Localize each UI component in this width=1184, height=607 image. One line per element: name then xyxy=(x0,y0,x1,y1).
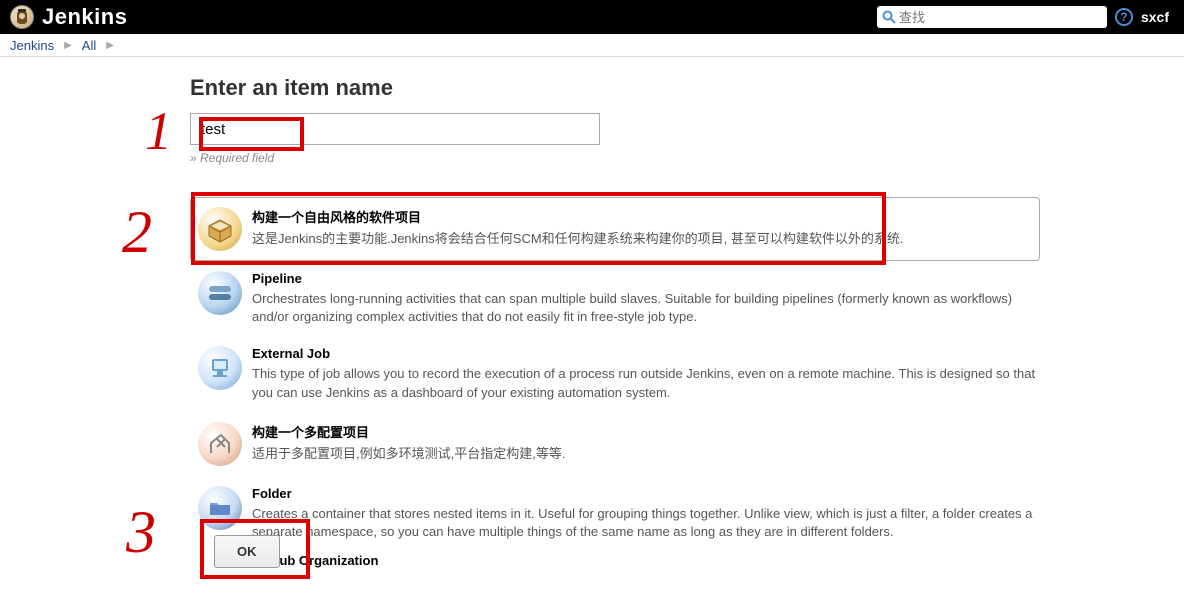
annotation-3: 3 xyxy=(126,498,156,567)
pipeline-icon xyxy=(198,271,242,315)
required-hint: » Required field xyxy=(190,151,1047,165)
breadcrumb-item-all[interactable]: All xyxy=(82,38,96,53)
header: Jenkins ? sxcf xyxy=(0,0,1184,34)
ok-button[interactable]: OK xyxy=(214,535,280,568)
item-title: Folder xyxy=(252,486,1039,501)
item-desc: Orchestrates long-running activities tha… xyxy=(252,290,1039,326)
item-title: Pipeline xyxy=(252,271,1039,286)
annotation-2: 2 xyxy=(122,198,152,267)
item-title: External Job xyxy=(252,346,1039,361)
jenkins-logo-icon xyxy=(10,5,34,29)
external-job-icon xyxy=(198,346,242,390)
freestyle-icon xyxy=(198,207,242,251)
search-input[interactable] xyxy=(899,10,1102,25)
logo-text: Jenkins xyxy=(42,4,127,30)
chevron-right-icon: ▶ xyxy=(64,40,72,51)
item-title: 构建一个多配置项目 xyxy=(252,422,1039,441)
search-box[interactable] xyxy=(877,6,1107,28)
item-title: 构建一个自由风格的软件项目 xyxy=(252,207,1032,226)
page-title: Enter an item name xyxy=(190,75,1047,101)
chevron-right-icon: ▶ xyxy=(106,40,114,51)
item-type-pipeline[interactable]: Pipeline Orchestrates long-running activ… xyxy=(190,261,1047,336)
help-icon[interactable]: ? xyxy=(1115,8,1133,26)
item-name-input[interactable] xyxy=(190,113,600,145)
item-desc: 这是Jenkins的主要功能.Jenkins将会结合任何SCM和任何构建系统来构… xyxy=(252,230,1032,248)
multiconfig-icon xyxy=(198,422,242,466)
breadcrumb-item-jenkins[interactable]: Jenkins xyxy=(10,38,54,53)
user-link[interactable]: sxcf xyxy=(1141,9,1169,25)
logo[interactable]: Jenkins xyxy=(10,4,127,30)
breadcrumb: Jenkins ▶ All ▶ xyxy=(0,34,1184,57)
annotation-1: 1 xyxy=(145,100,172,162)
search-icon xyxy=(882,10,896,24)
item-desc: This type of job allows you to record th… xyxy=(252,365,1039,401)
item-type-multiconfig[interactable]: 构建一个多配置项目 适用于多配置项目,例如多环境测试,平台指定构建,等等. xyxy=(190,412,1047,476)
item-desc: 适用于多配置项目,例如多环境测试,平台指定构建,等等. xyxy=(252,445,1039,463)
item-type-freestyle[interactable]: 构建一个自由风格的软件项目 这是Jenkins的主要功能.Jenkins将会结合… xyxy=(190,197,1040,261)
ok-bar: OK xyxy=(190,523,1047,568)
item-type-external[interactable]: External Job This type of job allows you… xyxy=(190,336,1047,411)
